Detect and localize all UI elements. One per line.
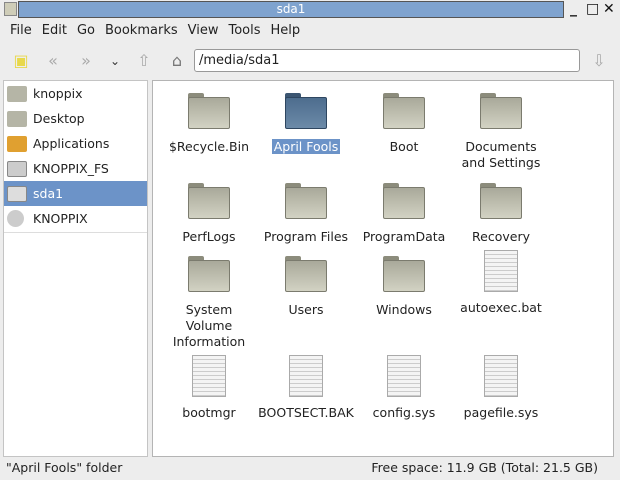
folder-icon	[480, 183, 522, 219]
sidebar-item-sda1[interactable]: sda1	[4, 181, 147, 206]
file-item[interactable]: pagefile.sys	[453, 355, 549, 421]
file-item[interactable]: Recovery	[453, 183, 549, 245]
file-view: $Recycle.Bin April Fools Boot Documents and…	[152, 80, 614, 457]
menu-bar: File Edit Go Bookmarks View Tools Help	[0, 20, 305, 42]
sidebar-item-label: KNOPPIX	[33, 211, 88, 226]
folder-icon	[285, 256, 327, 292]
sidebar-divider	[4, 232, 147, 233]
sidebar-item-knoppix-fs[interactable]: KNOPPIX_FS	[4, 156, 147, 181]
file-item[interactable]: Users	[258, 256, 354, 318]
home-folder-icon	[7, 85, 27, 102]
file-name: Recovery	[472, 229, 530, 244]
file-name: config.sys	[372, 405, 436, 420]
file-item[interactable]: config.sys	[356, 355, 452, 421]
menu-go[interactable]: Go	[72, 20, 100, 42]
sidebar-item-label: Applications	[33, 136, 110, 151]
folder-icon	[188, 93, 230, 129]
file-item[interactable]: Windows	[356, 256, 452, 318]
desktop-folder-icon	[7, 110, 27, 127]
menu-file[interactable]: File	[0, 20, 37, 42]
folder-icon	[383, 93, 425, 129]
file-name: Documents and Settings	[461, 139, 541, 170]
folder-icon	[383, 183, 425, 219]
sidebar-item-knoppix[interactable]: knoppix	[4, 81, 147, 106]
document-icon	[387, 355, 421, 397]
close-icon[interactable]: ✕	[603, 0, 615, 18]
folder-icon	[285, 183, 327, 219]
menu-bookmarks[interactable]: Bookmarks	[100, 20, 183, 42]
history-dropdown-icon[interactable]: ⌄	[104, 50, 126, 72]
sidebar-item-applications[interactable]: Applications	[4, 131, 147, 156]
status-selection: "April Fools" folder	[6, 460, 123, 475]
file-name: April Fools	[271, 139, 341, 154]
folder-link-icon	[480, 93, 522, 129]
file-name: autoexec.bat	[460, 300, 542, 315]
file-item[interactable]: PerfLogs	[161, 183, 257, 245]
menu-view[interactable]: View	[183, 20, 224, 42]
back-icon[interactable]: «	[42, 50, 64, 72]
sidebar-item-desktop[interactable]: Desktop	[4, 106, 147, 131]
file-name: pagefile.sys	[463, 405, 539, 420]
file-item[interactable]: ProgramData	[356, 183, 452, 245]
file-name: Users	[288, 302, 324, 317]
maximize-icon[interactable]: □	[586, 0, 599, 18]
file-name: Windows	[376, 302, 432, 317]
file-item[interactable]: System Volume Information	[161, 256, 257, 350]
file-item[interactable]: bootmgr	[161, 355, 257, 421]
sidebar-item-knoppix-cd[interactable]: KNOPPIX	[4, 206, 147, 231]
folder-icon	[285, 93, 327, 129]
status-free-space: Free space: 11.9 GB (Total: 21.5 GB)	[371, 460, 598, 475]
file-item[interactable]: $Recycle.Bin	[161, 93, 257, 155]
sidebar-item-label: knoppix	[33, 86, 83, 101]
folder-icon	[188, 183, 230, 219]
drive-icon	[7, 185, 27, 202]
document-icon	[192, 355, 226, 397]
file-item[interactable]: Boot	[356, 93, 452, 155]
file-name: Boot	[389, 139, 419, 154]
home-icon[interactable]: ⌂	[166, 50, 188, 72]
file-item[interactable]: Documents and Settings	[453, 93, 549, 171]
sidebar-item-label: KNOPPIX_FS	[33, 161, 109, 176]
drive-icon	[7, 160, 27, 177]
folder-icon	[188, 256, 230, 292]
folder-icon	[383, 256, 425, 292]
file-name: bootmgr	[182, 405, 236, 420]
document-icon	[484, 250, 518, 292]
file-name: Program Files	[263, 229, 349, 244]
document-icon	[289, 355, 323, 397]
menu-help[interactable]: Help	[266, 20, 306, 42]
sidebar-item-label: sda1	[33, 186, 64, 201]
file-name: System Volume Information	[172, 302, 246, 349]
file-item[interactable]: BOOTSECT.BAK	[258, 355, 354, 421]
sidebar: knoppix Desktop Applications KNOPPIX_FS …	[3, 80, 148, 457]
file-name: $Recycle.Bin	[168, 139, 250, 154]
file-name: BOOTSECT.BAK	[258, 405, 354, 420]
up-icon[interactable]: ⇧	[133, 50, 155, 72]
menu-edit[interactable]: Edit	[37, 20, 72, 42]
window-title: sda1	[18, 1, 564, 18]
minimize-icon[interactable]: _	[570, 0, 577, 18]
file-name: ProgramData	[362, 229, 446, 244]
sidebar-item-label: Desktop	[33, 111, 85, 126]
file-name: PerfLogs	[182, 229, 236, 244]
go-icon[interactable]: ⇩	[588, 50, 610, 72]
document-icon	[484, 355, 518, 397]
file-item[interactable]: autoexec.bat	[453, 250, 549, 316]
file-item[interactable]: Program Files	[258, 183, 354, 245]
window-menu-icon[interactable]	[4, 2, 17, 16]
new-window-icon[interactable]: ▣	[10, 50, 32, 72]
cdrom-icon	[7, 210, 24, 227]
menu-tools[interactable]: Tools	[223, 20, 265, 42]
title-bar: sda1 _ □ ✕	[0, 0, 620, 19]
forward-icon[interactable]: »	[75, 50, 97, 72]
file-item[interactable]: April Fools	[258, 93, 354, 155]
applications-icon	[7, 135, 27, 152]
location-input[interactable]: /media/sda1	[194, 49, 580, 72]
